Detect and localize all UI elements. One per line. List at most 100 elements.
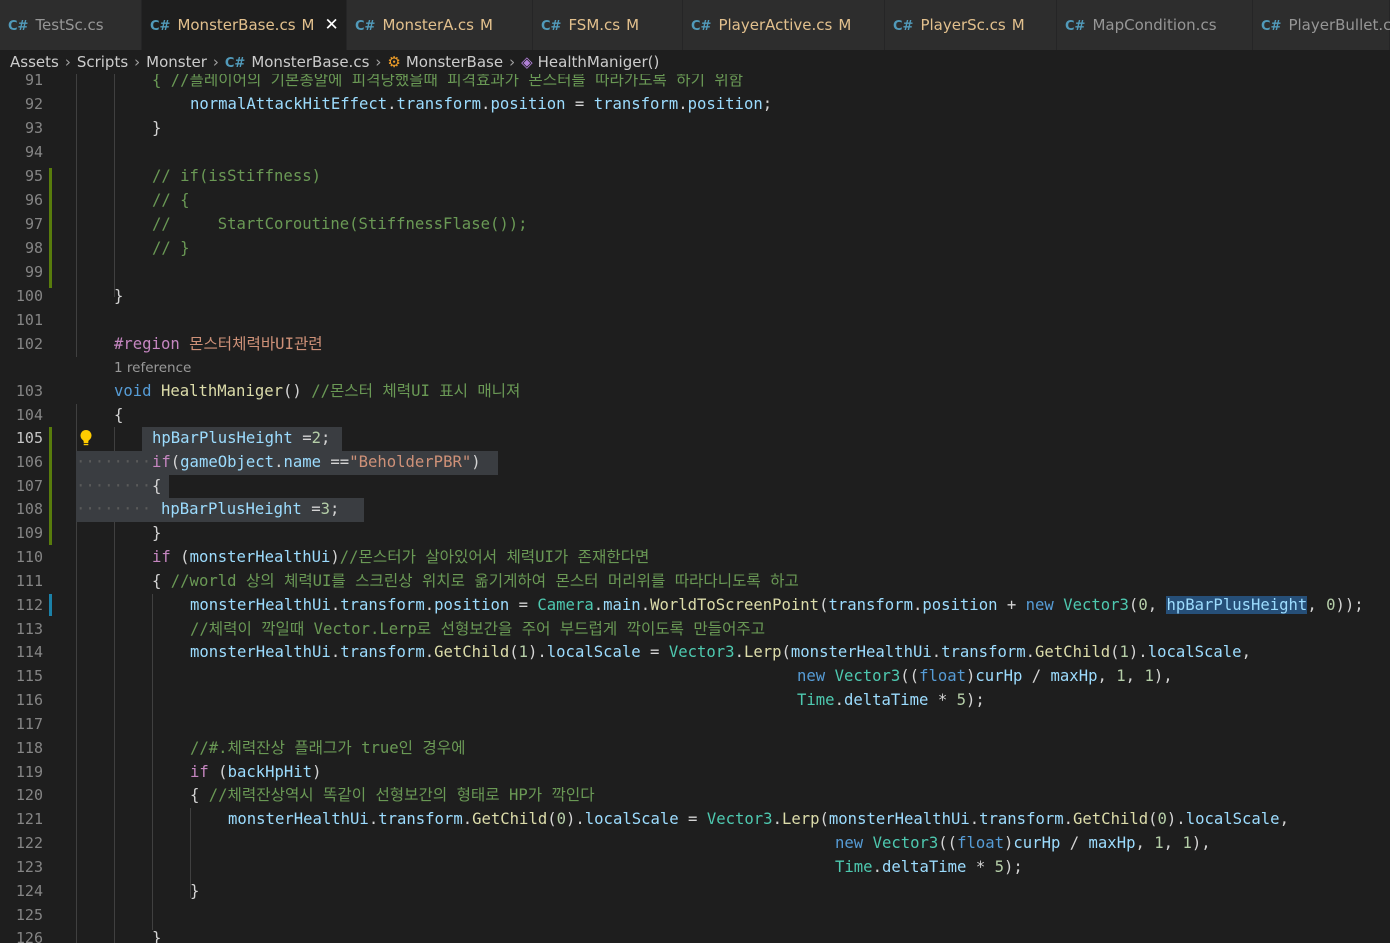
token: . [772, 810, 782, 828]
token: ; [330, 500, 340, 518]
token: . [330, 643, 341, 661]
breadcrumb-file[interactable]: MonsterBase.cs [251, 53, 369, 71]
editor-tab-bar: C# TestSc.cs C# MonsterBase.cs M ✕ C# Monster… [0, 0, 1390, 50]
token: . [424, 596, 435, 614]
code-line: 96 // { [0, 189, 1390, 213]
token: #region [114, 335, 180, 353]
token: ). [1128, 643, 1148, 661]
token: = [678, 810, 707, 828]
line-number: 105 [15, 429, 43, 447]
token: backHpHit [227, 763, 313, 781]
csharp-file-icon: C# [1261, 19, 1282, 34]
token: ( [547, 810, 557, 828]
code-line: 113 //체력이 깍일때 Vector.Lerp로 선형보간을 주어 부드럽게… [0, 618, 1390, 642]
token: GetChild [434, 643, 510, 661]
token: transform [593, 95, 679, 113]
token: Lerp [781, 810, 820, 828]
tab-playerbullet[interactable]: C# PlayerBullet.cs [1253, 0, 1390, 50]
line-number: 95 [24, 167, 43, 185]
tab-monstera[interactable]: C# MonsterA.cs M [347, 0, 533, 50]
breadcrumb-class[interactable]: MonsterBase [406, 53, 503, 71]
tab-playeractive[interactable]: C# PlayerActive.cs M [683, 0, 885, 50]
token: . [931, 643, 942, 661]
breadcrumb-assets[interactable]: Assets [10, 53, 59, 71]
token: ) [471, 453, 481, 471]
breadcrumb-monster[interactable]: Monster [146, 53, 207, 71]
line-number: 97 [24, 215, 43, 233]
token: ( [170, 548, 190, 566]
code-line: 120 { //체력잔상역시 똑같이 선형보간의 형태로 HP가 깍인다 [0, 784, 1390, 808]
line-number: 121 [15, 810, 43, 828]
line-number: 120 [15, 786, 43, 804]
token: GetChild [1035, 643, 1111, 661]
token: , [1147, 596, 1167, 614]
code-line: 108 ········ hpBarPlusHeight =3; [0, 498, 1390, 522]
token: Vector3 [668, 643, 735, 661]
line-number: 98 [24, 239, 43, 257]
token: transform [941, 643, 1026, 661]
line-number: 114 [15, 643, 43, 661]
token: monsterHealthUi [790, 643, 932, 661]
token: ). [566, 810, 585, 828]
token: = [565, 95, 594, 113]
token: Time [835, 858, 873, 876]
token: 1 [518, 643, 528, 661]
token: localScale [546, 643, 641, 661]
line-number: 110 [15, 548, 43, 566]
chevron-right-icon: › [375, 53, 382, 71]
csharp-file-icon: C# [224, 56, 246, 71]
modified-badge: M [838, 16, 852, 34]
token: 2 [311, 429, 321, 447]
line-code: new Vector3((float)curHp / maxHp, 1, 1), [835, 832, 1211, 856]
breadcrumb-method[interactable]: HealthManiger() [538, 53, 660, 71]
tab-playersc[interactable]: C# PlayerSc.cs M [885, 0, 1057, 50]
token: 5 [994, 858, 1005, 876]
line-code: if (backHpHit) [190, 761, 321, 785]
tab-label: MonsterA.cs [382, 16, 474, 34]
chevron-right-icon: › [509, 53, 516, 71]
token: . [678, 95, 688, 113]
line-code: } [152, 524, 162, 542]
line-number: 122 [15, 834, 43, 852]
csharp-file-icon: C# [8, 19, 29, 34]
line-number: 116 [15, 691, 43, 709]
whitespace-dots: ········ [76, 477, 152, 495]
tab-label: PlayerBullet.cs [1288, 16, 1390, 34]
token: . [593, 596, 604, 614]
token: ) [330, 548, 340, 566]
token: name [283, 453, 322, 471]
line-code: { [152, 477, 162, 495]
token: "BeholderPBR" [349, 453, 472, 471]
token: curHp [975, 667, 1023, 685]
token: monsterHealthUi [190, 596, 331, 614]
line-number: 102 [15, 335, 43, 353]
breadcrumb-scripts[interactable]: Scripts [77, 53, 128, 71]
token: ); [966, 691, 985, 709]
code-line: 123 Time.deltaTime * 5); [0, 856, 1390, 880]
tab-testsc[interactable]: C# TestSc.cs [0, 0, 142, 50]
line-code: //#.체력잔상 플래그가 true인 경우에 [190, 739, 466, 757]
token: = [292, 429, 312, 447]
close-icon[interactable]: ✕ [324, 15, 338, 35]
codelens-references[interactable]: 1 reference [114, 357, 191, 380]
token: = [509, 596, 538, 614]
line-number: 123 [15, 858, 43, 876]
tab-monsterbase[interactable]: C# MonsterBase.cs M ✕ [142, 0, 347, 50]
code-line: 104 { [0, 404, 1390, 428]
tab-fsm[interactable]: C# FSM.cs M [533, 0, 683, 50]
token: 0 [1157, 810, 1167, 828]
line-code: Time.deltaTime * 5); [835, 856, 1023, 880]
token: ( [170, 453, 181, 471]
token: position [922, 596, 998, 614]
whitespace-dots: ········ [76, 453, 152, 471]
chevron-right-icon: › [212, 53, 219, 71]
tab-mapcondition[interactable]: C# MapCondition.cs [1057, 0, 1253, 50]
token: //world 상의 체력UI를 스크린상 위치로 옮기게하여 몬스터 머리위를… [170, 572, 799, 590]
token: new [835, 834, 864, 852]
code-line: 117 [0, 713, 1390, 737]
token: , [1125, 667, 1145, 685]
token: ( [509, 643, 519, 661]
code-editor[interactable]: 91 { //플레이어의 기본총알에 피격당했을때 피격효과가 몬스터를 따라가… [0, 74, 1390, 943]
token: . [387, 95, 397, 113]
token: monsterHealthUi [828, 810, 970, 828]
